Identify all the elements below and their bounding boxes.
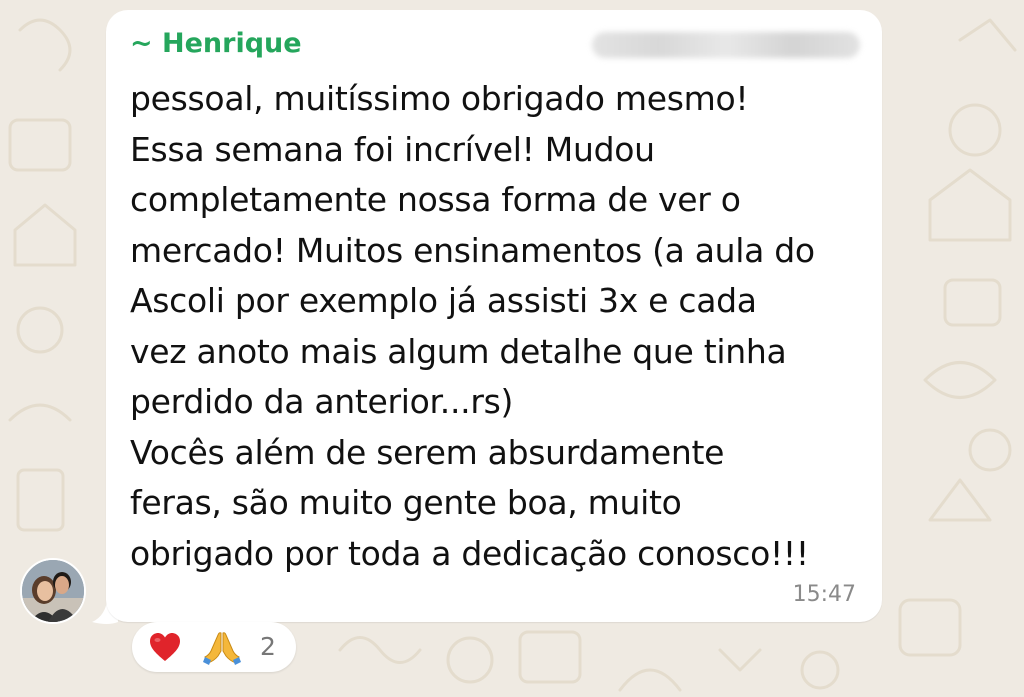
sender-avatar[interactable] xyxy=(20,558,86,624)
reactions-pill[interactable]: 2 xyxy=(132,622,296,672)
sender-name[interactable]: ~ Henrique xyxy=(130,28,302,59)
message-text: pessoal, muitíssimo obrigado mesmo! Essa… xyxy=(130,79,815,573)
reaction-count: 2 xyxy=(260,632,276,661)
message-timestamp: 15:47 xyxy=(792,582,856,607)
avatar-photo-icon xyxy=(22,560,84,622)
message-bubble[interactable]: ~ Henrique pessoal, muitíssimo obrigado … xyxy=(106,10,882,622)
red-heart-icon xyxy=(150,633,180,661)
folded-hands-icon xyxy=(203,632,241,665)
redacted-phone-number xyxy=(592,32,860,58)
